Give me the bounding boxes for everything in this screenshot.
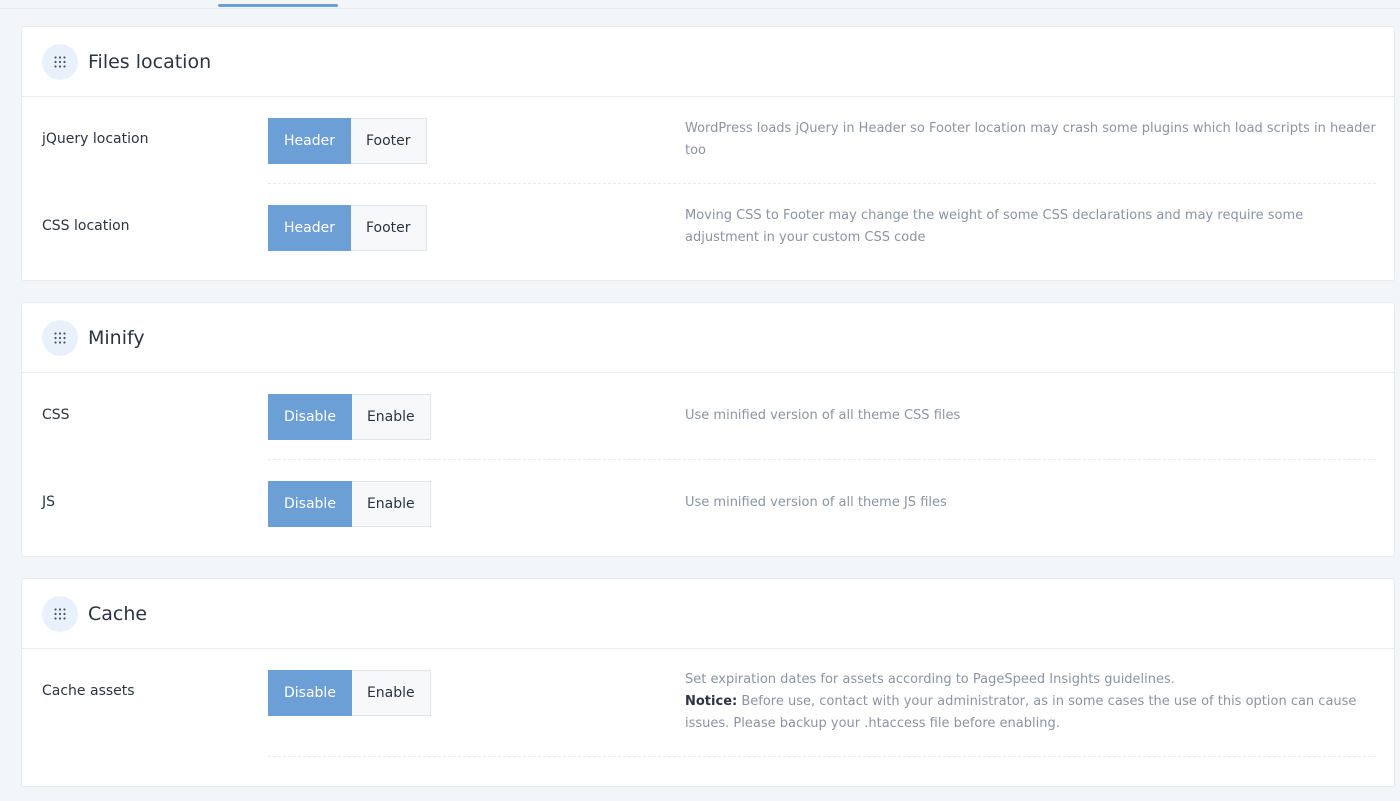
grip-dots-icon[interactable]: [42, 319, 78, 356]
setting-label: JS: [42, 494, 56, 510]
option-footer-button[interactable]: Footer: [350, 205, 427, 251]
setting-description: Set expiration dates for assets accordin…: [685, 669, 1380, 735]
toggle-group: Disable Enable: [268, 670, 431, 716]
grip-dots-icon[interactable]: [42, 595, 78, 632]
option-disable-button[interactable]: Disable: [268, 481, 352, 527]
top-tab-bar: [0, 0, 1400, 9]
notice-label: Notice:: [685, 694, 738, 709]
section-cache: Cache Cache assets Disable Enable Set ex…: [21, 578, 1395, 787]
grip-dots-icon[interactable]: [42, 43, 78, 80]
option-header-button[interactable]: Header: [268, 205, 351, 251]
option-enable-button[interactable]: Enable: [351, 394, 431, 440]
setting-description: Use minified version of all theme CSS fi…: [685, 408, 961, 423]
option-header-button[interactable]: Header: [268, 118, 351, 164]
toggle-group: Header Footer: [268, 205, 427, 251]
row-divider: [268, 183, 1376, 184]
setting-label: CSS location: [42, 218, 130, 234]
description-text: Set expiration dates for assets accordin…: [685, 672, 1175, 687]
section-minify: Minify CSS Disable Enable Use minified v…: [21, 302, 1395, 557]
option-enable-button[interactable]: Enable: [351, 481, 431, 527]
toggle-group: Header Footer: [268, 118, 427, 164]
setting-label: jQuery location: [42, 131, 149, 147]
section-header: Minify: [22, 303, 1394, 373]
setting-label: CSS: [42, 407, 70, 423]
option-enable-button[interactable]: Enable: [351, 670, 431, 716]
toggle-group: Disable Enable: [268, 394, 431, 440]
toggle-group: Disable Enable: [268, 481, 431, 527]
section-files-location: Files location jQuery location Header Fo…: [21, 26, 1395, 281]
setting-description: Moving CSS to Footer may change the weig…: [685, 208, 1304, 245]
setting-description: WordPress loads jQuery in Header so Foot…: [685, 121, 1376, 158]
section-header: Files location: [22, 27, 1394, 97]
option-disable-button[interactable]: Disable: [268, 394, 352, 440]
setting-label: Cache assets: [42, 683, 135, 699]
notice-text: Before use, contact with your administra…: [685, 694, 1357, 731]
option-footer-button[interactable]: Footer: [350, 118, 427, 164]
setting-description: Use minified version of all theme JS fil…: [685, 495, 947, 510]
option-disable-button[interactable]: Disable: [268, 670, 352, 716]
section-title: Cache: [88, 602, 148, 625]
section-title: Files location: [88, 50, 212, 73]
active-tab-indicator: [218, 4, 338, 7]
row-divider: [268, 756, 1376, 757]
section-title: Minify: [88, 326, 145, 349]
row-divider: [268, 459, 1376, 460]
section-header: Cache: [22, 579, 1394, 649]
